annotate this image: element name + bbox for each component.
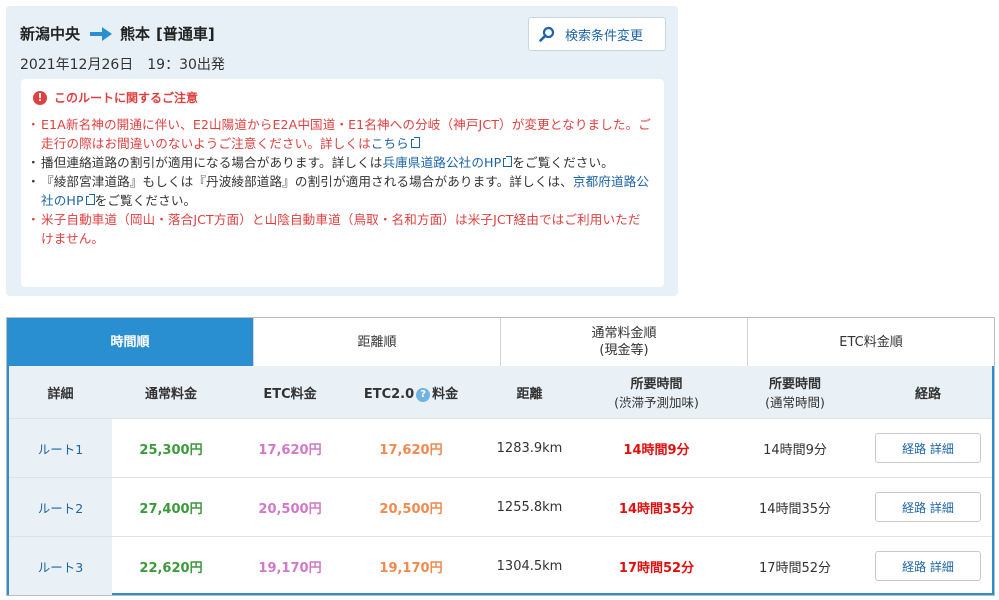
header-label: 所要時間 [630,377,683,392]
search-icon [539,26,555,42]
notice-link-hyogo[interactable]: 兵庫県道路公社のHP [382,155,501,170]
etc2-label: ETC2.0 [363,386,415,402]
header-etc-fee: ETC料金 [263,386,317,402]
table-row: ルート3 22,620円 19,170円 19,170円 1304.5km 17… [9,536,992,595]
change-search-label: 検索条件変更 [565,28,644,44]
notice-item: 米子自動車道（岡山・落合JCT方面）と山陰自動車道（鳥取・名和方面）は米子JCT… [27,210,652,248]
route-summary-panel: 新潟中央 熊本 [普通車] 2021年12月26日 19：30出発 検索条件変更… [6,6,678,296]
header-detail: 詳細 [47,386,74,402]
tab-label: 距離順 [357,334,397,350]
time-normal: 14時間9分 [763,442,827,458]
route-name: ルート3 [9,537,112,595]
origin-label: 新潟中央 [20,25,81,43]
arrow-right-icon [90,26,113,41]
tab-label: 通常料金順 [591,326,657,341]
change-search-button[interactable]: 検索条件変更 [528,17,666,51]
etc-fee: 17,620円 [258,442,322,458]
path-cell: 経路 詳細 [864,537,992,595]
notice-text: 『綾部宮津道路』もしくは『丹波綾部道路』の割引が適用される場合があります。詳しく… [41,174,573,189]
tab-sort-distance[interactable]: 距離順 [254,318,501,366]
tab-sublabel: (現金等) [599,343,649,358]
normal-fee: 27,400円 [139,501,203,517]
header-label: 所要時間 [768,377,821,392]
departure-datetime: 2021年12月26日 19：30出発 [20,57,225,73]
tab-sort-normal-fee[interactable]: 通常料金順 (現金等) [501,318,748,366]
external-link-icon [410,137,420,148]
results-table: 詳細 通常料金 ETC料金 ETC2.0? 料金 距離 所要時間 (渋滞予測加味)… [7,366,994,595]
header-etc2-fee: ETC2.0? 料金 [350,366,472,418]
etc2-fee: 17,620円 [379,442,443,458]
destination-label: 熊本 [120,25,151,43]
notice-text-tail: をご覧ください。 [512,155,614,170]
time-estimated: 17時間52分 [618,560,695,576]
normal-fee: 22,620円 [139,560,203,576]
notice-title: このルートに関するご注意 [54,91,199,105]
notice-text-tail: をご覧ください。 [94,193,197,208]
distance: 1304.5km [496,558,563,574]
route-name: ルート1 [9,419,112,477]
exclamation-icon: ! [33,90,47,105]
etc2-fee: 20,500円 [379,501,443,517]
header-normal-fee: 通常料金 [144,386,197,402]
header-time-normal: 所要時間 (通常時間) [726,366,864,418]
header-sublabel: (渋滞予測加味) [614,395,699,410]
time-estimated: 14時間9分 [623,442,690,458]
time-estimated: 14時間35分 [618,501,695,517]
route-detail-button[interactable]: 経路 詳細 [875,551,981,581]
notice-item: 播但連絡道路の割引が適用になる場合があります。詳しくは兵庫県道路公社のHP をご覧… [27,153,652,172]
notice-header: ! このルートに関するご注意 [33,89,652,106]
external-link-icon [503,156,513,167]
time-normal: 14時間35分 [758,501,832,517]
notice-text: 米子自動車道（岡山・落合JCT方面）と山陰自動車道（鳥取・名和方面）は米子JCT… [41,212,641,246]
etc-fee: 19,170円 [258,560,322,576]
table-row: ルート1 25,300円 17,620円 17,620円 1283.9km 14… [9,418,992,477]
path-cell: 経路 詳細 [864,478,992,536]
distance: 1283.9km [496,440,563,456]
header-time-estimated: 所要時間 (渋滞予測加味) [587,366,726,418]
sort-tabs: 時間順 距離順 通常料金順 (現金等) ETC料金順 [7,318,994,366]
etc2-fee-label: 料金 [432,386,459,402]
tab-label: ETC料金順 [839,334,903,350]
time-normal: 17時間52分 [758,560,832,576]
distance: 1255.8km [496,499,563,515]
notice-text: E1A新名神の開通に伴い、E2山陽道からE2A中国道・E1名神への分岐（神戸JC… [41,117,651,151]
tab-sort-time[interactable]: 時間順 [7,318,254,366]
header-path: 経路 [914,386,941,402]
tab-label: 時間順 [110,334,150,350]
table-row: ルート2 27,400円 20,500円 20,500円 1255.8km 14… [9,477,992,536]
route-title: 新潟中央 熊本 [普通車] [20,23,215,44]
help-icon[interactable]: ? [416,387,431,402]
route-results: 時間順 距離順 通常料金順 (現金等) ETC料金順 詳細 通常料金 ETC料金… [6,317,995,596]
tab-sort-etc-fee[interactable]: ETC料金順 [748,318,994,366]
route-detail-button[interactable]: 経路 詳細 [875,433,981,463]
route-detail-button[interactable]: 経路 詳細 [875,492,981,522]
notice-text: 播但連絡道路の割引が適用になる場合があります。詳しくは [41,155,383,170]
notice-link-kochira[interactable]: こちら [371,136,409,151]
path-cell: 経路 詳細 [864,419,992,477]
table-header-row: 詳細 通常料金 ETC料金 ETC2.0? 料金 距離 所要時間 (渋滞予測加味)… [9,366,992,418]
notice-list: E1A新名神の開通に伴い、E2山陽道からE2A中国道・E1名神への分岐（神戸JC… [27,115,652,248]
external-link-icon [85,194,95,205]
normal-fee: 25,300円 [139,442,203,458]
etc-fee: 20,500円 [258,501,322,517]
header-sublabel: (通常時間) [765,395,825,410]
header-distance: 距離 [516,386,543,402]
notice-item: 『綾部宮津道路』もしくは『丹波綾部道路』の割引が適用される場合があります。詳しく… [27,172,652,210]
notice-item: E1A新名神の開通に伴い、E2山陽道からE2A中国道・E1名神への分岐（神戸JC… [27,115,652,153]
route-notice-box: ! このルートに関するご注意 E1A新名神の開通に伴い、E2山陽道からE2A中国… [21,79,664,287]
etc2-fee: 19,170円 [379,560,443,576]
vehicle-type: [普通車] [156,25,215,43]
route-name: ルート2 [9,478,112,536]
